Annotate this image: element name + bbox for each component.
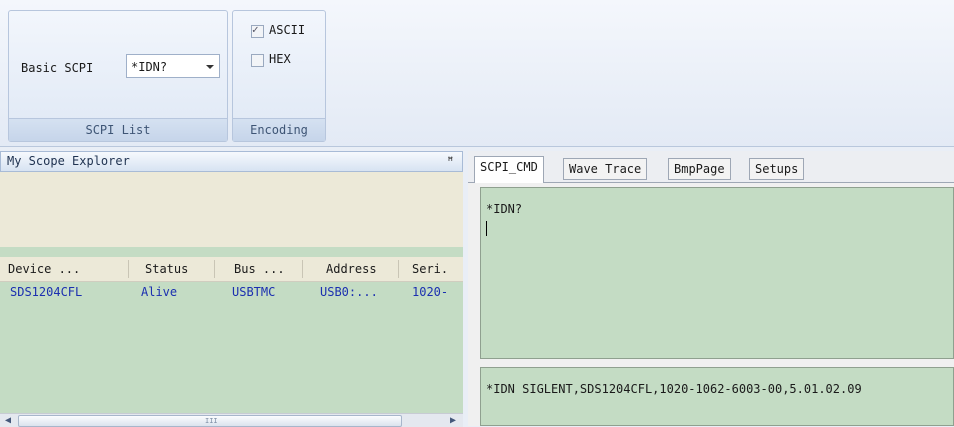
table-row[interactable]: SDS1204CFL Alive USBTMC USB0:... 1020- xyxy=(0,283,463,301)
tab-bmppage[interactable]: BmpPage xyxy=(668,158,731,180)
tab-scpi-cmd[interactable]: SCPI_CMD xyxy=(474,156,544,183)
cell-device: SDS1204CFL xyxy=(10,285,83,299)
text-caret xyxy=(486,221,487,236)
column-header-status[interactable]: Status xyxy=(145,262,188,276)
checkbox-checked-icon[interactable] xyxy=(251,23,264,38)
ribbon: Basic SCPI *IDN? SCPI List ASCII HEX Enc… xyxy=(0,0,954,147)
response-output-area[interactable]: *IDN SIGLENT,SDS1204CFL,1020-1062-6003-0… xyxy=(480,367,954,426)
scpi-list-caption: SCPI List xyxy=(9,118,227,141)
cell-serial: 1020- xyxy=(412,285,449,299)
command-text: *IDN? xyxy=(486,202,523,216)
cell-status: Alive xyxy=(141,285,178,299)
basic-scpi-label: Basic SCPI xyxy=(21,61,94,75)
command-input-area[interactable]: *IDN? xyxy=(480,187,954,359)
pin-icon[interactable]: ꟸ xyxy=(447,152,454,171)
column-header-bus[interactable]: Bus ... xyxy=(234,262,285,276)
chevron-down-icon[interactable] xyxy=(206,65,214,69)
tab-setups[interactable]: Setups xyxy=(749,158,805,180)
command-panel: SCPI_CMD Wave Trace BmpPage Setups *IDN?… xyxy=(468,151,954,426)
scroll-grip: III xyxy=(205,417,218,425)
hex-label: HEX xyxy=(269,52,291,66)
explorer-toolbar-area xyxy=(0,172,463,247)
column-header-address[interactable]: Address xyxy=(326,262,377,276)
response-text: *IDN SIGLENT,SDS1204CFL,1020-1062-6003-0… xyxy=(486,382,862,396)
scpi-command-combo[interactable]: *IDN? xyxy=(126,54,220,78)
explorer-title: My Scope Explorer xyxy=(7,154,130,168)
encoding-group: ASCII HEX Encoding xyxy=(232,10,326,142)
tab-strip: SCPI_CMD Wave Trace BmpPage Setups xyxy=(468,151,954,183)
scpi-combo-value: *IDN? xyxy=(131,60,168,74)
device-list-header: Device ... Status Bus ... Address Seri. xyxy=(0,257,463,282)
scroll-right-icon[interactable]: ▶ xyxy=(447,415,459,426)
column-header-serial[interactable]: Seri. xyxy=(412,262,448,276)
cell-address: USB0:... xyxy=(320,285,378,299)
encoding-caption: Encoding xyxy=(233,118,325,141)
column-header-device[interactable]: Device ... xyxy=(8,262,80,276)
explorer-title-bar: My Scope Explorer ꟸ xyxy=(0,151,463,172)
scpi-list-group: Basic SCPI *IDN? SCPI List xyxy=(8,10,228,142)
ascii-label: ASCII xyxy=(269,23,306,37)
tab-wave-trace[interactable]: Wave Trace xyxy=(563,158,648,180)
horizontal-scrollbar[interactable]: ◀ III ▶ xyxy=(0,413,463,427)
cell-bus: USBTMC xyxy=(232,285,276,299)
scope-explorer-panel: My Scope Explorer ꟸ Device ... Status Bu… xyxy=(0,151,463,427)
checkbox-unchecked-icon[interactable] xyxy=(251,54,264,67)
scroll-left-icon[interactable]: ◀ xyxy=(2,415,14,426)
